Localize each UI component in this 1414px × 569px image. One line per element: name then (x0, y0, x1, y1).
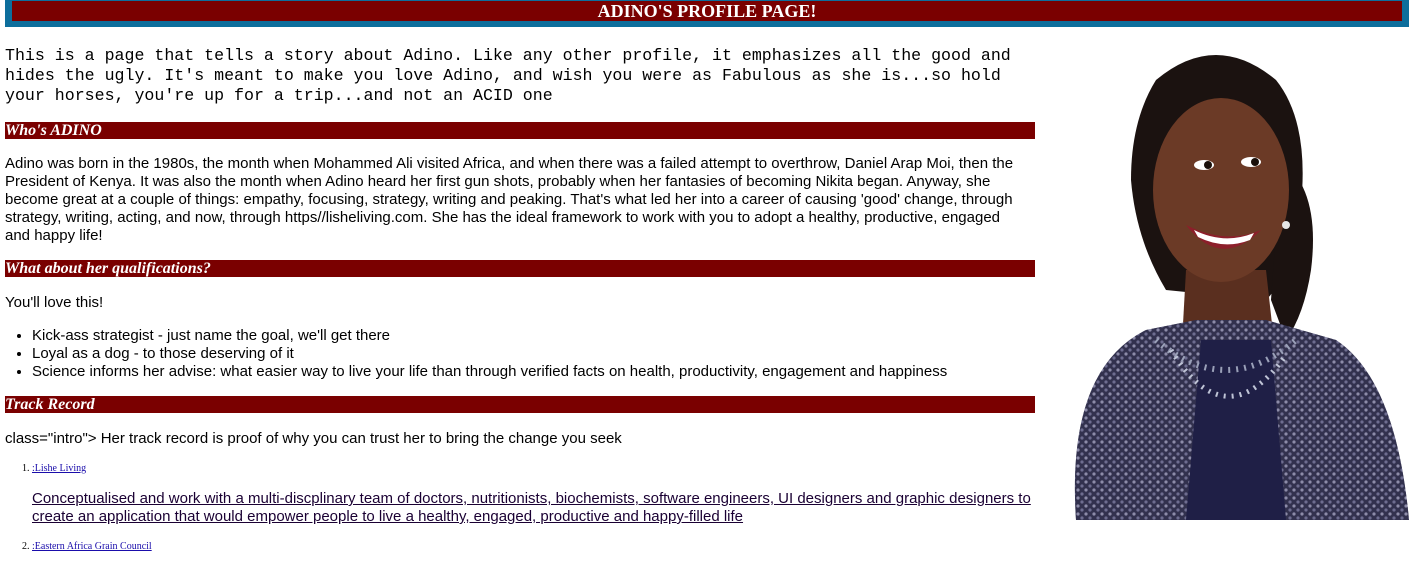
section-heading-qualifications: What about her qualifications? (5, 260, 1035, 277)
section-heading-who: Who's ADINO (5, 122, 1035, 139)
company-link-eagc[interactable]: :Eastern Africa Grain Council (32, 541, 152, 552)
list-item: Loyal as a dog - to those deserving of i… (32, 345, 1052, 363)
page-title: ADINO'S PROFILE PAGE! (12, 1, 1402, 21)
intro-paragraph: This is a page that tells a story about … (5, 46, 1011, 105)
company-description-link[interactable]: Conceptualised and work with a multi-dis… (32, 490, 1042, 526)
who-paragraph: Adino was born in the 1980s, the month w… (5, 155, 1014, 244)
section-heading-track-record: Track Record (5, 396, 1035, 413)
list-item: Kick-ass strategist - just name the goal… (32, 327, 1052, 345)
company-link-lishe-living[interactable]: :Lishe Living (32, 463, 86, 474)
list-item: :Lishe Living Conceptualised and work wi… (32, 462, 1042, 526)
qualifications-lead: You'll love this! (5, 294, 104, 311)
track-record-lead: class="intro"> Her track record is proof… (5, 430, 622, 447)
list-item: Science informs her advise: what easier … (32, 363, 1052, 381)
profile-portrait-image (1036, 40, 1409, 520)
track-record-list: :Lishe Living Conceptualised and work wi… (5, 462, 1042, 554)
portrait-illustration (1074, 55, 1409, 520)
qualifications-list: Kick-ass strategist - just name the goal… (5, 327, 1052, 381)
list-item: :Eastern Africa Grain Council (32, 540, 1042, 554)
